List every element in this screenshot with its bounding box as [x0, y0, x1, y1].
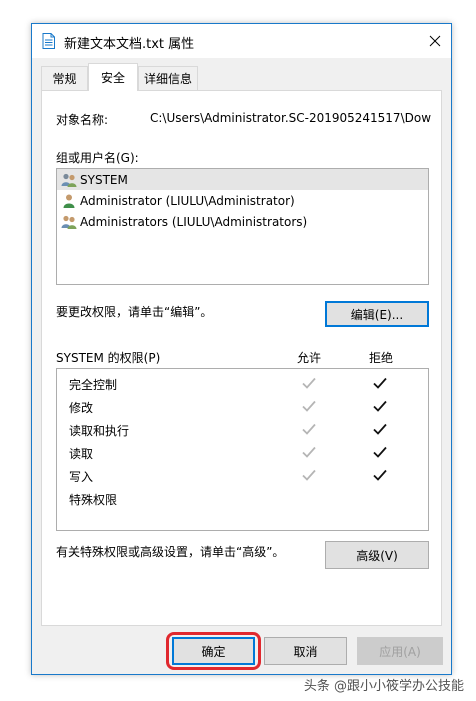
permissions-title: SYSTEM 的权限(P) — [56, 351, 161, 365]
advanced-settings-hint: 有关特殊权限或高级设置，请单击“高级”。 — [56, 545, 285, 559]
permission-row: 写入 — [57, 465, 428, 488]
deny-check-icon — [373, 400, 387, 412]
users-group-icon — [61, 173, 77, 187]
permission-name: 读取 — [69, 447, 94, 461]
object-name-label: 对象名称: — [56, 113, 109, 127]
allow-column-header: 允许 — [297, 351, 322, 365]
tab-security[interactable]: 安全 — [88, 63, 138, 91]
permission-name: 完全控制 — [69, 378, 118, 392]
permission-name: 写入 — [69, 470, 94, 484]
deny-column-header: 拒绝 — [369, 351, 394, 365]
deny-check-icon — [373, 377, 387, 389]
text-file-icon — [42, 33, 55, 49]
object-name-value: C:\Users\Administrator.SC-201905241517\D… — [150, 111, 432, 125]
apply-button[interactable]: 应用(A) — [357, 637, 443, 665]
deny-check-icon — [373, 446, 387, 458]
allow-check-icon — [302, 423, 316, 435]
list-item[interactable]: Administrator (LIULU\Administrator) — [57, 190, 428, 211]
deny-check-icon — [373, 469, 387, 481]
watermark: 头条 @跟小小筱学办公技能 — [303, 679, 464, 694]
list-item[interactable]: SYSTEM — [57, 169, 428, 190]
permission-name: 修改 — [69, 401, 94, 415]
user-icon — [63, 194, 75, 208]
permission-row: 修改 — [57, 396, 428, 419]
title-bar[interactable]: 新建文本文档.txt 属性 — [32, 24, 451, 58]
permission-row: 读取 — [57, 442, 428, 465]
ok-highlight-annotation — [166, 632, 261, 670]
permissions-list: 完全控制修改读取和执行读取写入特殊权限 — [56, 368, 429, 531]
security-panel: 对象名称: C:\Users\Administrator.SC-20190524… — [41, 90, 442, 626]
edit-button[interactable]: 编辑(E)... — [325, 301, 429, 327]
permission-row: 读取和执行 — [57, 419, 428, 442]
window-title: 新建文本文档.txt 属性 — [64, 37, 195, 52]
cancel-button[interactable]: 取消 — [264, 637, 347, 665]
advanced-button[interactable]: 高级(V) — [325, 541, 429, 569]
permission-row: 特殊权限 — [57, 488, 428, 511]
properties-dialog: 新建文本文档.txt 属性 常规 安全 详细信息 对象名称: C:\Users\… — [31, 23, 452, 675]
users-group-icon — [61, 215, 77, 229]
allow-check-icon — [302, 377, 316, 389]
users-listbox[interactable]: SYSTEM Administrator (LIULU\Administrato… — [56, 168, 429, 285]
close-icon — [429, 35, 441, 47]
allow-check-icon — [302, 446, 316, 458]
list-item[interactable]: Administrators (LIULU\Administrators) — [57, 211, 428, 232]
change-permissions-hint: 要更改权限，请单击“编辑”。 — [56, 305, 213, 319]
deny-check-icon — [373, 423, 387, 435]
permission-row: 完全控制 — [57, 373, 428, 396]
permission-name: 读取和执行 — [69, 424, 130, 438]
allow-check-icon — [302, 469, 316, 481]
group-users-label: 组或用户名(G): — [56, 151, 139, 165]
close-button[interactable] — [419, 24, 451, 58]
tab-details[interactable]: 详细信息 — [138, 66, 198, 90]
permission-name: 特殊权限 — [69, 493, 118, 507]
tab-general[interactable]: 常规 — [41, 66, 88, 90]
allow-check-icon — [302, 400, 316, 412]
